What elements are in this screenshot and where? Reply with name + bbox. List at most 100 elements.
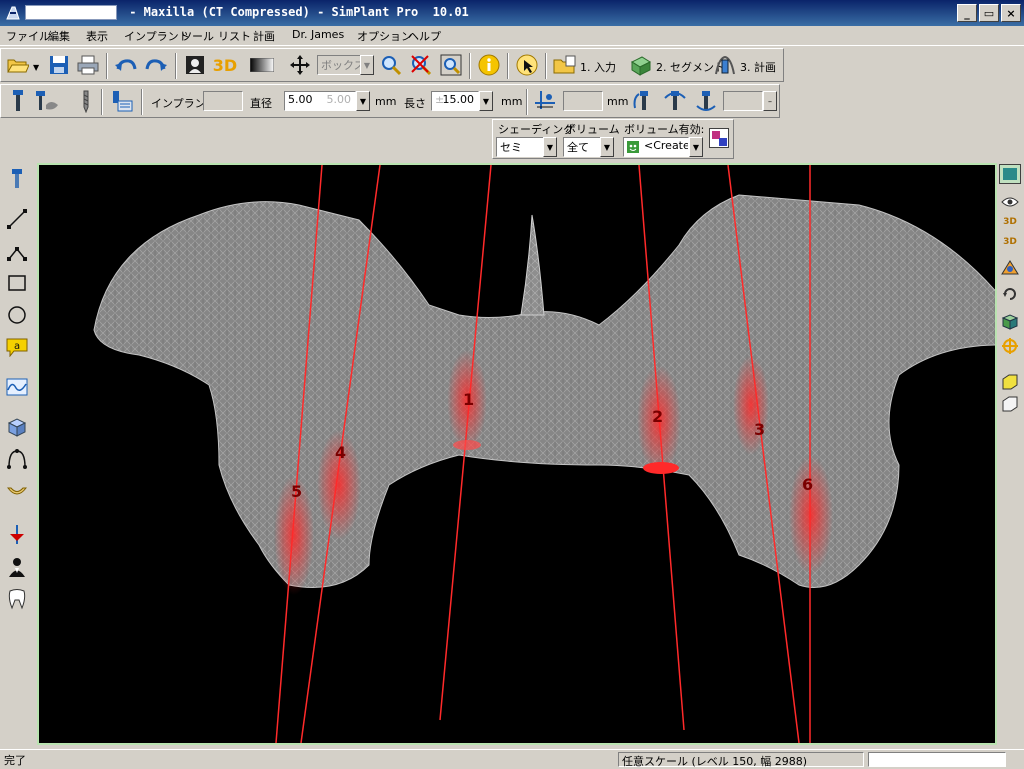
status-bar: 完了 任意スケール (レベル 150, 幅 2988) [0, 749, 1024, 768]
implant-place-icon[interactable] [4, 166, 30, 192]
white-box-icon[interactable] [999, 394, 1021, 414]
tooth-icon[interactable] [4, 586, 30, 612]
yellow-box-icon[interactable] [999, 372, 1021, 392]
simplant-app-icon[interactable] [4, 4, 22, 22]
save-icon[interactable] [46, 52, 72, 78]
import-folder-icon[interactable] [552, 52, 578, 78]
open-dropdown-arrow-icon[interactable]: ▼ [33, 63, 39, 72]
segment-icon[interactable] [627, 52, 653, 78]
cube-view-icon[interactable] [4, 414, 30, 440]
implant-name-field[interactable] [203, 91, 243, 111]
jaw-model-icon[interactable] [4, 478, 30, 504]
diameter-field[interactable]: 5.00 5.00 [284, 91, 356, 111]
menu-list[interactable]: リスト [218, 28, 251, 44]
undo-icon[interactable] [113, 52, 139, 78]
doctor-icon[interactable] [4, 554, 30, 580]
length-field[interactable]: ± 15.00 [431, 91, 479, 111]
3d-viewport[interactable]: 1 2 3 4 5 6 [37, 163, 997, 745]
grayscale-icon[interactable] [249, 52, 275, 78]
minimize-button[interactable]: _ [957, 4, 977, 22]
implant-list-icon[interactable] [109, 88, 135, 114]
implant-tool-icon[interactable] [5, 88, 31, 114]
menu-implant[interactable]: インプラント [124, 28, 190, 44]
view-3d-small-icon[interactable]: 3D [999, 212, 1021, 232]
implant-label-3[interactable]: 3 [754, 420, 765, 439]
color-palette-icon[interactable] [999, 258, 1021, 278]
implant-cap-1 [453, 440, 481, 450]
green-cube-icon[interactable] [999, 312, 1021, 332]
menu-plan[interactable]: 計画 [253, 28, 275, 44]
line-measure-icon[interactable] [4, 206, 30, 232]
workflow-plan-label[interactable]: 3. 計画 [740, 59, 776, 75]
menu-help[interactable]: ヘルプ [408, 28, 441, 44]
implant-label-4[interactable]: 4 [335, 443, 346, 462]
menu-options[interactable]: オプション [357, 28, 412, 44]
menu-view[interactable]: 表示 [86, 28, 108, 44]
nasal-spine [520, 214, 545, 316]
circle-tool-icon[interactable] [4, 302, 30, 328]
window-level-status: 任意スケール (レベル 150, 幅 2988) [618, 752, 864, 768]
diameter-label: 直径 [250, 97, 272, 110]
volume-select[interactable]: 全て [563, 137, 601, 157]
surgical-guide-icon[interactable] [4, 522, 30, 548]
length-unit: mm [501, 95, 523, 108]
rotate-view-icon[interactable] [999, 284, 1021, 304]
move-arrows-icon[interactable] [287, 52, 313, 78]
volume-enabled-dropdown-icon[interactable]: ▼ [689, 137, 703, 157]
implant-label-6[interactable]: 6 [802, 475, 813, 494]
rotation-more-icon[interactable]: – [763, 91, 777, 111]
rotate-implant-axis-icon[interactable] [693, 88, 719, 114]
box-select-field[interactable]: ボックス [317, 55, 361, 75]
box-select-dropdown-icon[interactable]: ▼ [360, 55, 374, 75]
visibility-eye-icon[interactable] [999, 192, 1021, 212]
implant-abutment-icon[interactable] [34, 88, 60, 114]
layout-view-icon[interactable] [999, 164, 1021, 184]
nerve-tool-icon[interactable] [4, 446, 30, 472]
print-icon[interactable] [75, 52, 101, 78]
maximize-button[interactable]: ▭ [979, 4, 999, 22]
curve-tool-icon[interactable] [4, 374, 30, 400]
close-button[interactable]: × [1001, 4, 1021, 22]
menu-doctor[interactable]: Dr. James [292, 28, 344, 41]
view-3d-alt-icon[interactable]: 3D [999, 232, 1021, 252]
open-folder-icon[interactable] [5, 52, 31, 78]
angle-measure-icon[interactable] [4, 238, 30, 264]
volume-dropdown-icon[interactable]: ▼ [600, 137, 614, 157]
rotate-implant-left-icon[interactable] [631, 88, 657, 114]
crosshair-icon[interactable] [999, 336, 1021, 356]
drill-icon[interactable] [73, 88, 99, 114]
implant-label-5[interactable]: 5 [291, 482, 302, 501]
zoom-icon[interactable] [378, 52, 404, 78]
zoom-reset-icon[interactable] [408, 52, 434, 78]
workflow-import-label[interactable]: 1. 入力 [580, 59, 616, 75]
view-3d-icon[interactable]: 3D [212, 52, 238, 78]
menu-edit[interactable]: 編集 [48, 28, 70, 44]
menu-file[interactable]: ファイル [6, 28, 50, 44]
zoom-fit-icon[interactable] [438, 52, 464, 78]
window-title: - Maxilla (CT Compressed) - SimPlant Pro… [122, 5, 469, 19]
redo-icon[interactable] [143, 52, 169, 78]
offset-field[interactable] [563, 91, 603, 111]
menu-tools[interactable]: ツール [181, 28, 214, 44]
annotation-icon[interactable]: a [4, 334, 30, 360]
rotate-implant-both-icon[interactable] [662, 88, 688, 114]
rotation-field[interactable] [723, 91, 763, 111]
info-icon[interactable] [476, 52, 502, 78]
rectangle-tool-icon[interactable] [4, 270, 30, 296]
volume-color-icon[interactable] [709, 128, 729, 148]
implant-label-1[interactable]: 1 [463, 390, 474, 409]
toolbar-separator [106, 53, 108, 79]
volume-enabled-select[interactable]: <Create [623, 137, 689, 157]
plan-implant-icon[interactable] [712, 52, 738, 78]
shading-dropdown-icon[interactable]: ▼ [543, 137, 557, 157]
implant-label-2[interactable]: 2 [652, 407, 663, 426]
maxilla-3d-render[interactable]: 1 2 3 4 5 6 [39, 165, 995, 743]
shading-select[interactable]: セミ [496, 137, 544, 157]
patient-photo-icon[interactable] [182, 52, 208, 78]
offset-axes-icon[interactable] [532, 88, 558, 114]
implant-body-6 [789, 455, 833, 575]
length-dropdown-icon[interactable]: ▼ [479, 91, 493, 111]
diameter-dropdown-icon[interactable]: ▼ [356, 91, 370, 111]
maxilla-bone [93, 194, 995, 588]
cursor-help-icon[interactable] [514, 52, 540, 78]
